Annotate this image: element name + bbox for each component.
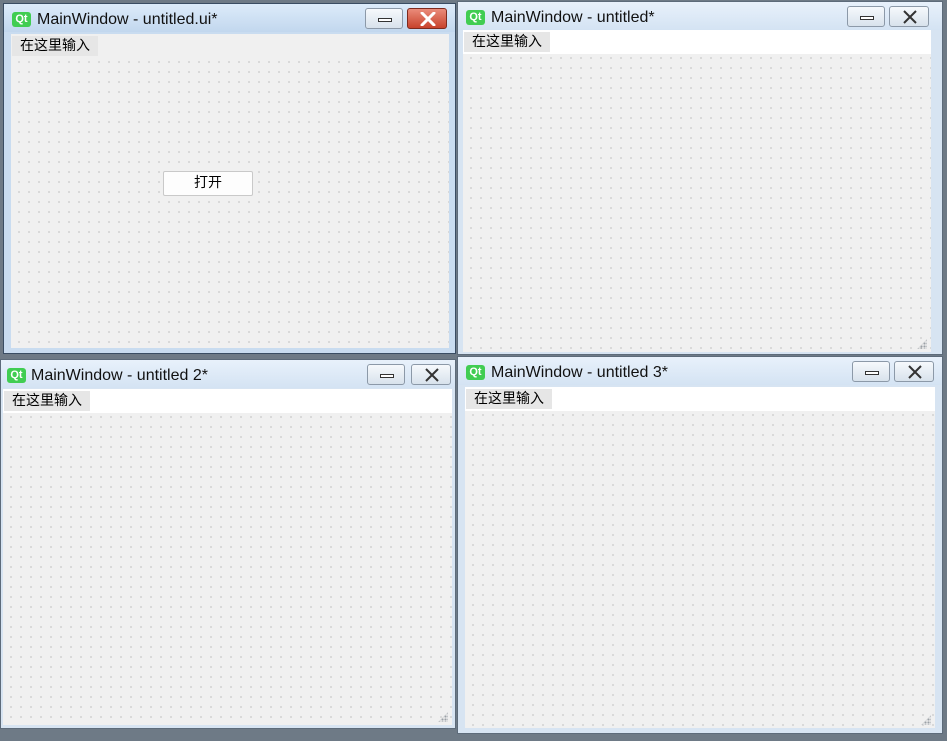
qt-logo-icon: Qt bbox=[466, 10, 485, 25]
title-bar[interactable]: Qt MainWindow - untitled.ui* bbox=[4, 4, 455, 32]
close-icon bbox=[425, 368, 439, 382]
menu-bar: 在这里输入 bbox=[11, 34, 449, 58]
form-canvas[interactable]: 在这里输入 bbox=[463, 30, 931, 352]
window-untitled[interactable]: Qt MainWindow - untitled* 在这里输入 bbox=[457, 1, 943, 355]
close-button[interactable] bbox=[889, 6, 929, 27]
minimize-button[interactable] bbox=[367, 364, 405, 385]
minimize-button[interactable] bbox=[365, 8, 403, 29]
minimize-button[interactable] bbox=[852, 361, 890, 382]
menu-type-here[interactable]: 在这里输入 bbox=[4, 391, 90, 411]
form-canvas[interactable]: 在这里输入 bbox=[3, 389, 452, 725]
close-icon bbox=[908, 365, 922, 379]
form-canvas[interactable]: 在这里输入 bbox=[465, 387, 935, 728]
menu-bar: 在这里输入 bbox=[463, 30, 931, 54]
title-bar[interactable]: Qt MainWindow - untitled 3* bbox=[458, 357, 942, 385]
window-untitled-ui[interactable]: Qt MainWindow - untitled.ui* 在这里输入 打开 bbox=[3, 3, 456, 354]
close-button[interactable] bbox=[894, 361, 934, 382]
open-button[interactable]: 打开 bbox=[163, 171, 253, 196]
window-untitled-2[interactable]: Qt MainWindow - untitled 2* 在这里输入 bbox=[0, 359, 456, 729]
title-bar[interactable]: Qt MainWindow - untitled* bbox=[458, 2, 942, 30]
menu-type-here[interactable]: 在这里输入 bbox=[466, 389, 552, 409]
close-button[interactable] bbox=[407, 8, 447, 29]
resize-grip-icon[interactable] bbox=[438, 712, 448, 722]
menu-type-here[interactable]: 在这里输入 bbox=[464, 32, 550, 52]
close-icon bbox=[420, 12, 436, 26]
minimize-button[interactable] bbox=[847, 6, 885, 27]
form-canvas[interactable]: 在这里输入 打开 bbox=[11, 34, 449, 348]
window-title: MainWindow - untitled.ui* bbox=[37, 11, 218, 28]
qt-logo-icon: Qt bbox=[7, 368, 26, 383]
resize-grip-icon[interactable] bbox=[921, 715, 931, 725]
menu-bar: 在这里输入 bbox=[3, 389, 452, 413]
window-title: MainWindow - untitled* bbox=[491, 9, 655, 26]
menu-bar: 在这里输入 bbox=[465, 387, 935, 411]
window-title: MainWindow - untitled 2* bbox=[31, 367, 208, 384]
close-icon bbox=[903, 10, 917, 24]
qt-logo-icon: Qt bbox=[12, 12, 31, 27]
qt-logo-icon: Qt bbox=[466, 365, 485, 380]
window-title: MainWindow - untitled 3* bbox=[491, 364, 668, 381]
close-button[interactable] bbox=[411, 364, 451, 385]
resize-grip-icon[interactable] bbox=[917, 339, 927, 349]
title-bar[interactable]: Qt MainWindow - untitled 2* bbox=[1, 360, 455, 388]
menu-type-here[interactable]: 在这里输入 bbox=[12, 36, 98, 56]
window-untitled-3[interactable]: Qt MainWindow - untitled 3* 在这里输入 bbox=[457, 356, 943, 734]
